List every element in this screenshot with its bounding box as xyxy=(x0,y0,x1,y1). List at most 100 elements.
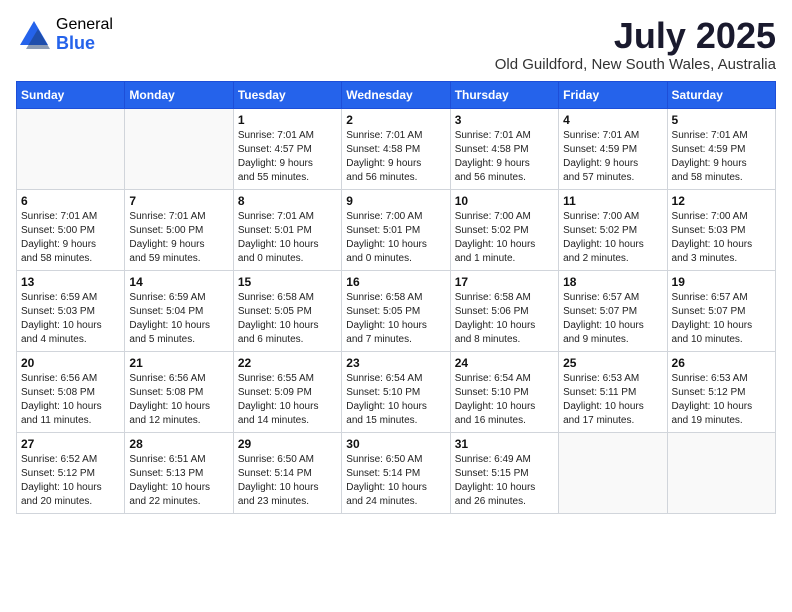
day-info: Sunrise: 6:58 AM Sunset: 5:06 PM Dayligh… xyxy=(455,291,554,347)
day-number: 20 xyxy=(21,356,120,370)
calendar-cell: 20 Sunrise: 6:56 AM Sunset: 5:08 PM Dayli… xyxy=(17,351,125,432)
day-info: Sunrise: 7:01 AM Sunset: 4:59 PM Dayligh… xyxy=(563,129,662,185)
day-number: 9 xyxy=(346,194,445,208)
day-number: 24 xyxy=(455,356,554,370)
day-info: Sunrise: 6:59 AM Sunset: 5:04 PM Dayligh… xyxy=(129,291,228,347)
calendar-cell: 24 Sunrise: 6:54 AM Sunset: 5:10 PM Dayli… xyxy=(450,351,558,432)
weekday-header: Saturday xyxy=(667,81,775,108)
day-number: 19 xyxy=(672,275,771,289)
title-block: July 2025 Old Guildford, New South Wales… xyxy=(495,16,776,73)
weekday-header: Wednesday xyxy=(342,81,450,108)
weekday-header: Friday xyxy=(559,81,667,108)
calendar-cell: 15 Sunrise: 6:58 AM Sunset: 5:05 PM Dayli… xyxy=(233,270,341,351)
day-info: Sunrise: 6:51 AM Sunset: 5:13 PM Dayligh… xyxy=(129,453,228,509)
day-info: Sunrise: 6:59 AM Sunset: 5:03 PM Dayligh… xyxy=(21,291,120,347)
calendar-cell xyxy=(17,108,125,189)
location: Old Guildford, New South Wales, Australi… xyxy=(495,56,776,73)
calendar-cell: 11 Sunrise: 7:00 AM Sunset: 5:02 PM Dayli… xyxy=(559,189,667,270)
day-info: Sunrise: 6:50 AM Sunset: 5:14 PM Dayligh… xyxy=(238,453,337,509)
day-info: Sunrise: 7:01 AM Sunset: 5:00 PM Dayligh… xyxy=(21,210,120,266)
day-info: Sunrise: 7:01 AM Sunset: 5:00 PM Dayligh… xyxy=(129,210,228,266)
calendar-cell: 1 Sunrise: 7:01 AM Sunset: 4:57 PM Daylig… xyxy=(233,108,341,189)
day-number: 21 xyxy=(129,356,228,370)
day-number: 26 xyxy=(672,356,771,370)
day-info: Sunrise: 6:53 AM Sunset: 5:11 PM Dayligh… xyxy=(563,372,662,428)
day-info: Sunrise: 7:00 AM Sunset: 5:02 PM Dayligh… xyxy=(455,210,554,266)
day-info: Sunrise: 6:55 AM Sunset: 5:09 PM Dayligh… xyxy=(238,372,337,428)
day-info: Sunrise: 7:01 AM Sunset: 4:58 PM Dayligh… xyxy=(346,129,445,185)
day-number: 17 xyxy=(455,275,554,289)
day-number: 13 xyxy=(21,275,120,289)
day-number: 14 xyxy=(129,275,228,289)
calendar-cell: 18 Sunrise: 6:57 AM Sunset: 5:07 PM Dayli… xyxy=(559,270,667,351)
day-info: Sunrise: 6:53 AM Sunset: 5:12 PM Dayligh… xyxy=(672,372,771,428)
day-info: Sunrise: 6:57 AM Sunset: 5:07 PM Dayligh… xyxy=(672,291,771,347)
calendar-cell: 23Sunrise: 6:54 AM Sunset: 5:10 PM Dayli… xyxy=(342,351,450,432)
day-info: Sunrise: 6:56 AM Sunset: 5:08 PM Dayligh… xyxy=(21,372,120,428)
calendar-cell: 28 Sunrise: 6:51 AM Sunset: 5:13 PM Dayli… xyxy=(125,432,233,513)
day-number: 10 xyxy=(455,194,554,208)
day-number: 11 xyxy=(563,194,662,208)
day-number: 4 xyxy=(563,113,662,127)
day-number: 27 xyxy=(21,437,120,451)
calendar-week-row: 6 Sunrise: 7:01 AM Sunset: 5:00 PM Daylig… xyxy=(17,189,776,270)
day-number: 2 xyxy=(346,113,445,127)
calendar-week-row: 20 Sunrise: 6:56 AM Sunset: 5:08 PM Dayli… xyxy=(17,351,776,432)
calendar-cell: 14 Sunrise: 6:59 AM Sunset: 5:04 PM Dayli… xyxy=(125,270,233,351)
day-number: 22 xyxy=(238,356,337,370)
day-info: Sunrise: 7:01 AM Sunset: 5:01 PM Dayligh… xyxy=(238,210,337,266)
calendar-cell: 17 Sunrise: 6:58 AM Sunset: 5:06 PM Dayli… xyxy=(450,270,558,351)
day-info: Sunrise: 6:54 AM Sunset: 5:10 PM Dayligh… xyxy=(455,372,554,428)
calendar-week-row: 27 Sunrise: 6:52 AM Sunset: 5:12 PM Dayli… xyxy=(17,432,776,513)
month-title: July 2025 xyxy=(495,16,776,56)
day-info: Sunrise: 6:52 AM Sunset: 5:12 PM Dayligh… xyxy=(21,453,120,509)
logo-text: General Blue xyxy=(56,16,113,53)
day-info: Sunrise: 7:01 AM Sunset: 4:58 PM Dayligh… xyxy=(455,129,554,185)
calendar-week-row: 1 Sunrise: 7:01 AM Sunset: 4:57 PM Daylig… xyxy=(17,108,776,189)
calendar-cell xyxy=(125,108,233,189)
calendar-cell: 30 Sunrise: 6:50 AM Sunset: 5:14 PM Dayli… xyxy=(342,432,450,513)
day-number: 15 xyxy=(238,275,337,289)
day-info: Sunrise: 6:57 AM Sunset: 5:07 PM Dayligh… xyxy=(563,291,662,347)
day-number: 16 xyxy=(346,275,445,289)
day-number: 5 xyxy=(672,113,771,127)
calendar-cell: 16 Sunrise: 6:58 AM Sunset: 5:05 PM Dayli… xyxy=(342,270,450,351)
day-number: 6 xyxy=(21,194,120,208)
day-info: Sunrise: 6:58 AM Sunset: 5:05 PM Dayligh… xyxy=(238,291,337,347)
day-number: 8 xyxy=(238,194,337,208)
calendar-cell: 12Sunrise: 7:00 AM Sunset: 5:03 PM Dayli… xyxy=(667,189,775,270)
calendar-cell: 26 Sunrise: 6:53 AM Sunset: 5:12 PM Dayli… xyxy=(667,351,775,432)
day-number: 28 xyxy=(129,437,228,451)
day-info: Sunrise: 6:58 AM Sunset: 5:05 PM Dayligh… xyxy=(346,291,445,347)
day-info: Sunrise: 6:50 AM Sunset: 5:14 PM Dayligh… xyxy=(346,453,445,509)
day-number: 1 xyxy=(238,113,337,127)
day-number: 18 xyxy=(563,275,662,289)
weekday-header: Monday xyxy=(125,81,233,108)
day-info: Sunrise: 7:00 AM Sunset: 5:01 PM Dayligh… xyxy=(346,210,445,266)
logo-icon xyxy=(16,17,52,53)
calendar-table: SundayMondayTuesdayWednesdayThursdayFrid… xyxy=(16,81,776,514)
day-number: 29 xyxy=(238,437,337,451)
logo-general: General xyxy=(56,16,113,34)
day-number: 3 xyxy=(455,113,554,127)
day-info: Sunrise: 7:01 AM Sunset: 4:57 PM Dayligh… xyxy=(238,129,337,185)
day-number: 7 xyxy=(129,194,228,208)
calendar-cell xyxy=(667,432,775,513)
calendar-cell: 27 Sunrise: 6:52 AM Sunset: 5:12 PM Dayli… xyxy=(17,432,125,513)
day-number: 30 xyxy=(346,437,445,451)
day-info: Sunrise: 7:00 AM Sunset: 5:02 PM Dayligh… xyxy=(563,210,662,266)
day-info: Sunrise: 6:56 AM Sunset: 5:08 PM Dayligh… xyxy=(129,372,228,428)
day-info: Sunrise: 7:01 AM Sunset: 4:59 PM Dayligh… xyxy=(672,129,771,185)
weekday-header: Thursday xyxy=(450,81,558,108)
weekday-header: Sunday xyxy=(17,81,125,108)
weekday-header-row: SundayMondayTuesdayWednesdayThursdayFrid… xyxy=(17,81,776,108)
calendar-cell: 2 Sunrise: 7:01 AM Sunset: 4:58 PM Daylig… xyxy=(342,108,450,189)
calendar-cell: 6 Sunrise: 7:01 AM Sunset: 5:00 PM Daylig… xyxy=(17,189,125,270)
calendar-cell: 7 Sunrise: 7:01 AM Sunset: 5:00 PM Daylig… xyxy=(125,189,233,270)
day-number: 31 xyxy=(455,437,554,451)
calendar-cell: 8 Sunrise: 7:01 AM Sunset: 5:01 PM Daylig… xyxy=(233,189,341,270)
calendar-cell: 25Sunrise: 6:53 AM Sunset: 5:11 PM Dayli… xyxy=(559,351,667,432)
calendar-cell: 21 Sunrise: 6:56 AM Sunset: 5:08 PM Dayli… xyxy=(125,351,233,432)
calendar-cell: 10 Sunrise: 7:00 AM Sunset: 5:02 PM Dayli… xyxy=(450,189,558,270)
calendar-week-row: 13 Sunrise: 6:59 AM Sunset: 5:03 PM Dayli… xyxy=(17,270,776,351)
